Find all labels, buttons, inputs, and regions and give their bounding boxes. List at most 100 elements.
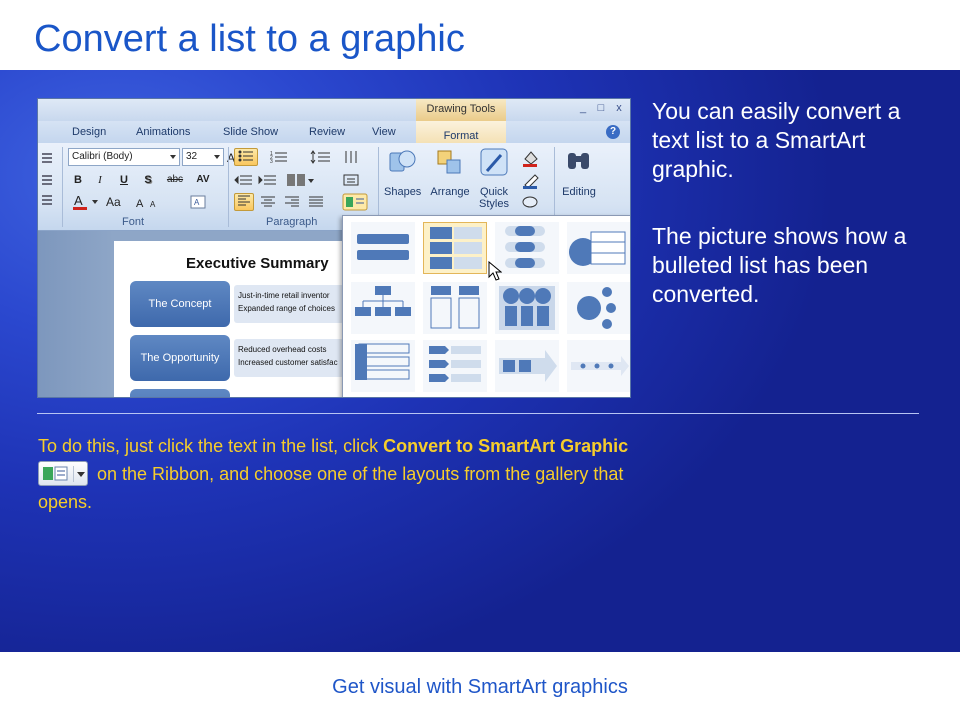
quick-styles-button[interactable]: Quick Styles <box>474 147 514 215</box>
align-left-icon <box>238 195 250 206</box>
executive-summary-heading: Executive Summary <box>186 255 329 272</box>
close-button[interactable]: x <box>612 102 626 116</box>
help-icon[interactable]: ? <box>606 125 620 139</box>
arrange-button[interactable]: Arrange <box>428 147 472 215</box>
shadow-button[interactable]: S <box>138 171 158 189</box>
layout-thumbnail-selected[interactable] <box>423 222 487 274</box>
svg-text:A: A <box>74 193 83 208</box>
layout-thumbnail-image <box>355 286 411 316</box>
quick-styles-label: Quick Styles <box>479 186 509 210</box>
layout-thumbnail[interactable] <box>495 222 559 274</box>
svg-text:A: A <box>136 198 144 210</box>
layout-thumbnail-image <box>499 350 557 382</box>
increase-indent-icon[interactable] <box>258 173 278 187</box>
layout-thumbnail[interactable] <box>567 282 630 334</box>
layout-thumbnail[interactable] <box>351 222 415 274</box>
layout-thumbnail[interactable] <box>423 340 487 392</box>
tab-view[interactable]: View <box>372 126 396 138</box>
window-title-bar: Drawing Tools _ □ x <box>38 99 630 121</box>
layout-thumbnail-image <box>499 286 555 330</box>
chevron-down-icon <box>214 155 220 159</box>
strikethrough-button[interactable]: abc <box>162 171 188 189</box>
layout-thumbnail-image <box>505 226 545 268</box>
layout-thumbnail-image <box>357 234 409 260</box>
font-size-combo[interactable]: 32 <box>182 148 224 166</box>
layout-thumbnail-image <box>571 356 629 376</box>
side-text-intro: You can easily convert a text list to a … <box>652 98 901 182</box>
character-spacing-button[interactable]: AV <box>190 171 216 189</box>
shape-effects-icon[interactable] <box>522 193 548 211</box>
tab-slide-show[interactable]: Slide Show <box>223 126 278 138</box>
smartart-shape-concept[interactable]: The Concept <box>130 281 230 327</box>
justify-icon[interactable] <box>308 195 324 209</box>
shape-outline-icon[interactable] <box>522 171 548 189</box>
svg-text:A: A <box>194 198 200 207</box>
shapes-label: Shapes <box>384 186 422 198</box>
instruction-text-part1: To do this, just click the text in the l… <box>38 436 384 456</box>
shape-fill-icon[interactable] <box>522 149 548 167</box>
bullet-text: Reduced overhead costs <box>238 345 327 354</box>
underline-button[interactable]: U <box>114 171 134 189</box>
tab-review[interactable]: Review <box>309 126 345 138</box>
editing-label: Editing <box>562 186 596 198</box>
layout-thumbnail[interactable] <box>495 340 559 392</box>
layout-thumbnail[interactable] <box>567 340 630 392</box>
list-icon <box>42 175 52 185</box>
bullets-button[interactable] <box>234 148 258 166</box>
tab-animations[interactable]: Animations <box>136 126 190 138</box>
slide-page: Executive Summary The Concept Just-in-ti… <box>114 241 354 397</box>
svg-text:A: A <box>150 200 156 209</box>
layout-thumbnail-image <box>577 287 616 329</box>
tab-design[interactable]: Design <box>72 126 106 138</box>
side-text-explanation: The picture shows how a bulleted list ha… <box>652 223 907 307</box>
list-icon <box>42 195 52 205</box>
columns-icon[interactable] <box>286 173 314 187</box>
convert-to-smartart-icon[interactable] <box>342 193 368 211</box>
shrink-font-icon[interactable]: AA <box>134 193 170 211</box>
bold-button[interactable]: B <box>68 171 88 189</box>
decrease-indent-icon[interactable] <box>234 173 254 187</box>
bullet-box: Just-in-time retail inventor Expanded ra… <box>234 285 344 323</box>
arrange-icon <box>437 150 461 174</box>
binoculars-icon <box>568 153 589 169</box>
smartart-graphic-icon <box>43 466 68 481</box>
layout-thumbnail[interactable] <box>423 282 487 334</box>
instruction-text-part2: on the Ribbon, and choose one of the lay… <box>38 464 624 512</box>
font-group-label: Font <box>122 216 145 228</box>
smartart-shape[interactable] <box>130 389 230 397</box>
layout-thumbnail[interactable] <box>351 340 415 392</box>
divider-line <box>37 413 919 414</box>
align-text-icon[interactable] <box>342 173 368 187</box>
layout-thumbnail-image <box>429 346 481 382</box>
layout-thumbnail[interactable] <box>351 282 415 334</box>
mouse-cursor-icon <box>488 261 502 281</box>
align-left-button[interactable] <box>234 193 254 211</box>
editing-button[interactable]: Editing <box>558 147 600 215</box>
svg-text:3: 3 <box>270 159 273 164</box>
convert-to-smartart-button <box>38 461 88 486</box>
list-icon <box>42 153 52 163</box>
clear-formatting-icon[interactable]: A <box>188 193 210 211</box>
change-case-icon[interactable]: Aa <box>104 193 130 211</box>
font-color-icon[interactable]: A <box>72 193 100 211</box>
layout-thumbnail[interactable] <box>495 282 559 334</box>
layout-thumbnail-image <box>430 286 480 329</box>
smartart-layout-gallery <box>342 215 630 397</box>
text-direction-icon[interactable] <box>342 150 368 164</box>
tab-format[interactable]: Format <box>416 121 506 143</box>
bullet-text: Expanded range of choices <box>238 304 335 313</box>
drawing-tools-tab[interactable]: Drawing Tools <box>416 99 506 121</box>
align-center-icon[interactable] <box>260 195 276 209</box>
align-right-icon[interactable] <box>284 195 300 209</box>
numbering-icon[interactable]: 123 <box>270 150 296 164</box>
paragraph-group-label: Paragraph <box>266 216 318 228</box>
italic-button[interactable]: I <box>90 171 110 189</box>
layout-thumbnail[interactable] <box>567 222 630 274</box>
font-name-combo[interactable]: Calibri (Body) <box>68 148 180 166</box>
restore-button[interactable]: □ <box>594 102 608 116</box>
minimize-button[interactable]: _ <box>576 102 590 116</box>
smartart-shape-opportunity[interactable]: The Opportunity <box>130 335 230 381</box>
shapes-button[interactable]: Shapes <box>384 147 422 215</box>
line-spacing-icon[interactable] <box>310 150 336 164</box>
slide-thumbnails-pane <box>38 231 114 397</box>
